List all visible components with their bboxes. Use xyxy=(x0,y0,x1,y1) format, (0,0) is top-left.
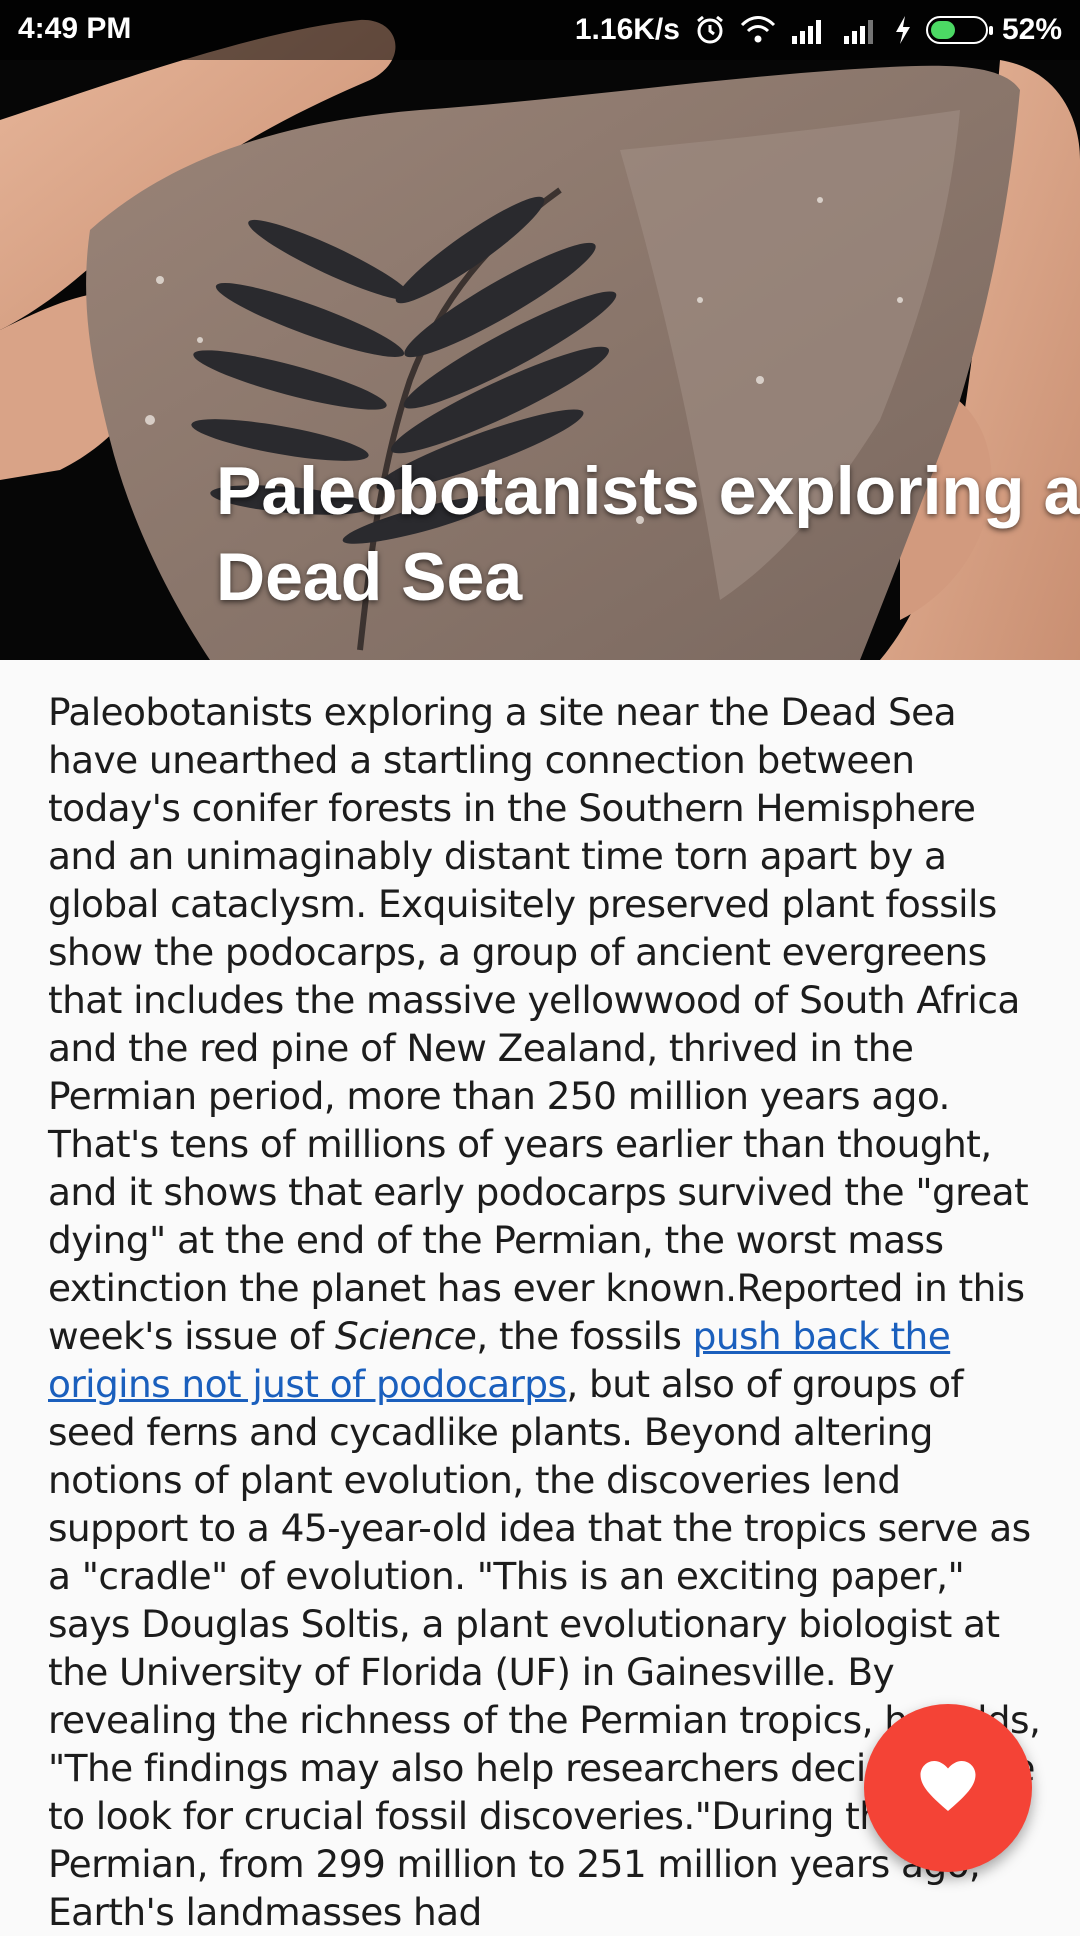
article-title: Paleobotanists exploring a Dead Sea xyxy=(216,448,1080,620)
article-italic: Science xyxy=(335,1314,477,1358)
favorite-button[interactable] xyxy=(864,1704,1032,1872)
article-title-line-1: Paleobotanists exploring a xyxy=(216,453,1080,529)
status-time: 4:49 PM xyxy=(18,12,132,45)
article-text-1: Paleobotanists exploring a site near the… xyxy=(48,690,1029,1358)
signal-icon xyxy=(842,16,880,44)
article-text-2: , the fossils xyxy=(476,1314,693,1358)
wifi-icon xyxy=(740,15,776,45)
hero-image: Paleobotanists exploring a Dead Sea xyxy=(0,0,1080,660)
battery-icon xyxy=(925,16,993,44)
alarm-icon xyxy=(694,14,726,46)
signal-icon xyxy=(790,16,828,44)
charging-icon xyxy=(894,15,912,45)
network-speed: 1.16K/s xyxy=(574,13,680,46)
battery-percent: 52% xyxy=(1001,13,1062,46)
status-bar: 4:49 PM 1.16K/s 52% xyxy=(0,0,1080,60)
article-title-line-2: Dead Sea xyxy=(216,539,523,615)
heart-icon xyxy=(918,1758,978,1818)
status-icons: 1.16K/s 52% xyxy=(575,0,1062,60)
